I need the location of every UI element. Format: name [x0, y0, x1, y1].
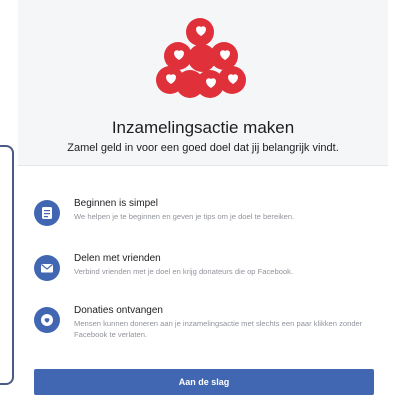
fundraiser-dialog: Inzamelingsactie maken Zamel geld in voo…	[18, 0, 388, 399]
divider	[18, 165, 388, 166]
feature-title: Delen met vrienden	[74, 253, 161, 264]
feature-title: Donaties ontvangen	[74, 305, 163, 316]
feature-description: Mensen kunnen doneren aan je inzamelings…	[74, 319, 363, 339]
guide-icon	[34, 200, 60, 226]
feature-description: We helpen je te beginnen en geven je tip…	[74, 212, 295, 221]
message-icon	[34, 255, 60, 281]
dialog-title: Inzamelingsactie maken	[111, 118, 295, 137]
feature-title: Beginnen is simpel	[74, 198, 158, 209]
hero-banner: Inzamelingsactie maken Zamel geld in voo…	[18, 0, 388, 165]
feature-description: Verbind vrienden met je doel en krijg do…	[74, 267, 294, 276]
get-started-button[interactable]: Aan de slag	[34, 369, 374, 395]
hearts-stack-illustration	[156, 18, 246, 98]
left-frame-border	[0, 145, 14, 385]
donate-icon	[34, 307, 60, 333]
dialog-subtitle: Zamel geld in voor een goed doel dat jij…	[67, 142, 339, 154]
